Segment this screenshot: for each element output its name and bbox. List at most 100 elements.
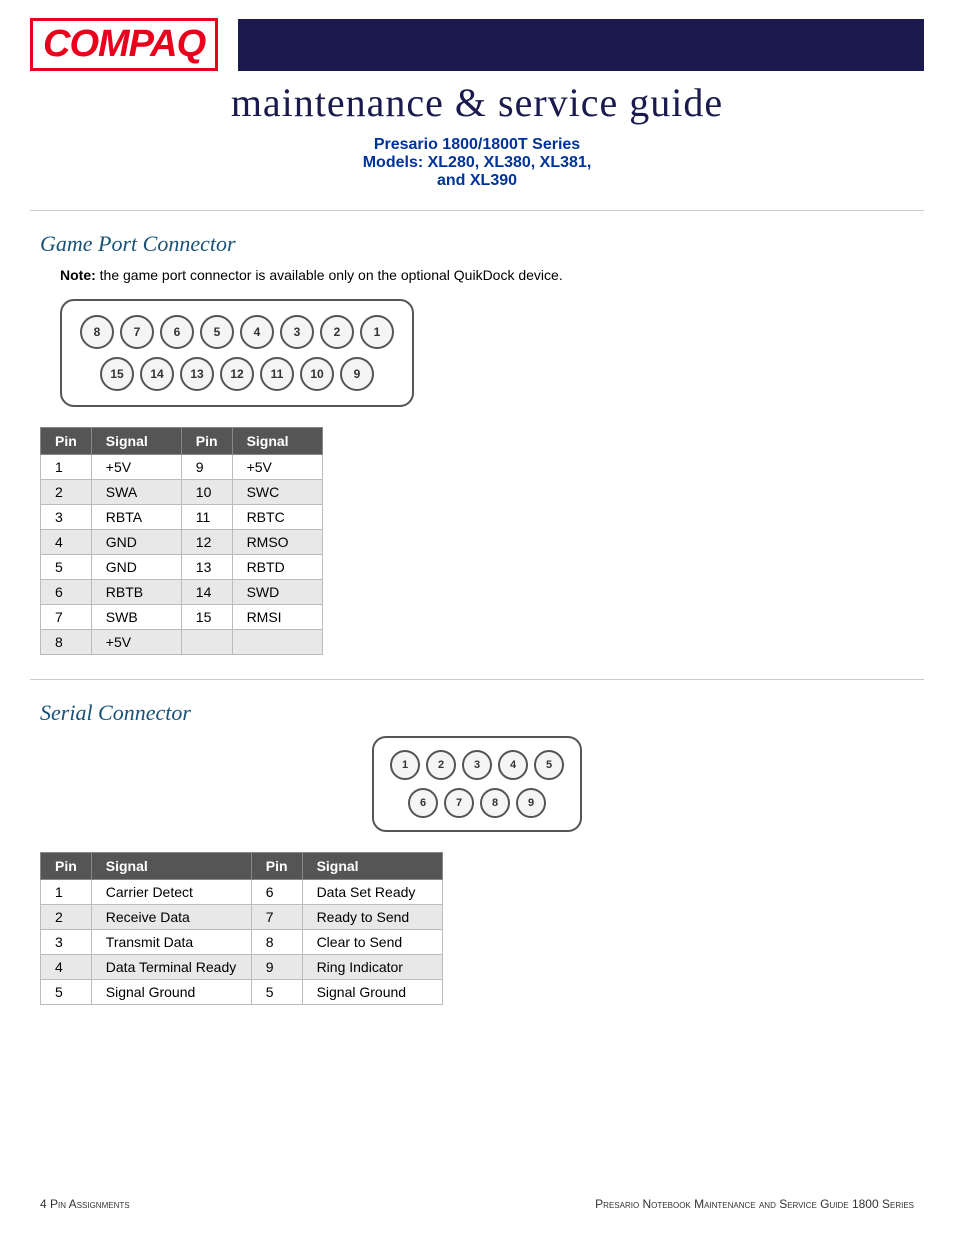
col-pin2: Pin bbox=[181, 428, 232, 455]
game-cell-pin1-4: 5 bbox=[41, 555, 92, 580]
game-cell-pin2-7 bbox=[181, 630, 232, 655]
serial-pin-6: 6 bbox=[408, 788, 438, 818]
serial-top-row: 1 2 3 4 5 bbox=[390, 750, 564, 780]
serial-cell-sig2-2: Clear to Send bbox=[302, 930, 442, 955]
col-pin1: Pin bbox=[41, 428, 92, 455]
game-cell-sig2-3: RMSO bbox=[232, 530, 322, 555]
col-signal1: Signal bbox=[91, 428, 181, 455]
serial-pin-3: 3 bbox=[462, 750, 492, 780]
game-cell-pin2-4: 13 bbox=[181, 555, 232, 580]
game-cell-pin2-5: 14 bbox=[181, 580, 232, 605]
col-signal2: Signal bbox=[232, 428, 322, 455]
serial-table-row: 1Carrier Detect6Data Set Ready bbox=[41, 880, 443, 905]
serial-cell-pin1-1: 2 bbox=[41, 905, 92, 930]
footer-left: 4 Pin Assignments bbox=[40, 1197, 130, 1211]
game-cell-sig1-5: RBTB bbox=[91, 580, 181, 605]
serial-pin-9: 9 bbox=[516, 788, 546, 818]
serial-cell-pin1-4: 5 bbox=[41, 980, 92, 1005]
game-cell-sig2-6: RMSI bbox=[232, 605, 322, 630]
game-cell-pin1-2: 3 bbox=[41, 505, 92, 530]
game-cell-pin1-1: 2 bbox=[41, 480, 92, 505]
serial-table-header-row: Pin Signal Pin Signal bbox=[41, 853, 443, 880]
main-title: maintenance & service guide bbox=[30, 79, 924, 126]
serial-cell-pin1-0: 1 bbox=[41, 880, 92, 905]
game-cell-sig1-7: +5V bbox=[91, 630, 181, 655]
game-cell-pin1-5: 6 bbox=[41, 580, 92, 605]
serial-cell-sig2-3: Ring Indicator bbox=[302, 955, 442, 980]
serial-cell-sig1-2: Transmit Data bbox=[91, 930, 251, 955]
game-cell-sig2-4: RBTD bbox=[232, 555, 322, 580]
game-cell-pin2-2: 11 bbox=[181, 505, 232, 530]
game-cell-sig1-2: RBTA bbox=[91, 505, 181, 530]
game-cell-pin2-0: 9 bbox=[181, 455, 232, 480]
serial-table-row: 5Signal Ground5Signal Ground bbox=[41, 980, 443, 1005]
game-port-note: Note: the game port connector is availab… bbox=[0, 267, 954, 299]
note-content: the game port connector is available onl… bbox=[96, 267, 563, 283]
game-cell-sig2-7 bbox=[232, 630, 322, 655]
subtitle-section: Presario 1800/1800T Series Models: XL280… bbox=[0, 126, 954, 210]
game-port-diagram: 8 7 6 5 4 3 2 1 15 14 13 12 11 10 9 bbox=[0, 299, 954, 427]
game-cell-pin1-0: 1 bbox=[41, 455, 92, 480]
pin-12: 12 bbox=[220, 357, 254, 391]
note-label: Note: bbox=[60, 267, 96, 283]
pin-15: 15 bbox=[100, 357, 134, 391]
game-cell-sig1-4: GND bbox=[91, 555, 181, 580]
serial-table-row: 4Data Terminal Ready9Ring Indicator bbox=[41, 955, 443, 980]
game-cell-sig1-3: GND bbox=[91, 530, 181, 555]
compaq-logo: COMPAQ bbox=[30, 18, 218, 71]
game-port-bottom-row: 15 14 13 12 11 10 9 bbox=[80, 357, 394, 391]
subtitle-line1: Presario 1800/1800T Series bbox=[0, 136, 954, 154]
game-table-row: 8+5V bbox=[41, 630, 323, 655]
game-port-top-row: 8 7 6 5 4 3 2 1 bbox=[80, 315, 394, 349]
serial-cell-sig1-1: Receive Data bbox=[91, 905, 251, 930]
pin-2: 2 bbox=[320, 315, 354, 349]
subtitle-line3: and XL390 bbox=[0, 172, 954, 190]
serial-cell-pin1-3: 4 bbox=[41, 955, 92, 980]
game-cell-sig1-1: SWA bbox=[91, 480, 181, 505]
serial-cell-pin1-2: 3 bbox=[41, 930, 92, 955]
serial-connector-box: 1 2 3 4 5 6 7 8 9 bbox=[372, 736, 582, 832]
serial-cell-pin2-1: 7 bbox=[251, 905, 302, 930]
pin-9: 9 bbox=[340, 357, 374, 391]
game-cell-pin2-3: 12 bbox=[181, 530, 232, 555]
serial-cell-sig1-4: Signal Ground bbox=[91, 980, 251, 1005]
serial-cell-pin2-3: 9 bbox=[251, 955, 302, 980]
serial-cell-sig2-4: Signal Ground bbox=[302, 980, 442, 1005]
pin-7: 7 bbox=[120, 315, 154, 349]
serial-connector-table: Pin Signal Pin Signal 1Carrier Detect6Da… bbox=[40, 852, 443, 1005]
serial-cell-pin2-4: 5 bbox=[251, 980, 302, 1005]
footer-right: Presario Notebook Maintenance and Servic… bbox=[595, 1197, 914, 1211]
title-section: maintenance & service guide bbox=[0, 71, 954, 126]
serial-cell-pin2-0: 6 bbox=[251, 880, 302, 905]
serial-pin-5: 5 bbox=[534, 750, 564, 780]
game-cell-sig2-0: +5V bbox=[232, 455, 322, 480]
game-table-row: 3RBTA11RBTC bbox=[41, 505, 323, 530]
header-dark-box bbox=[238, 19, 924, 71]
game-table-row: 2SWA10SWC bbox=[41, 480, 323, 505]
serial-table-row: 2Receive Data7Ready to Send bbox=[41, 905, 443, 930]
serial-table-row: 3Transmit Data8Clear to Send bbox=[41, 930, 443, 955]
game-table-row: 5GND13RBTD bbox=[41, 555, 323, 580]
subtitle-line2: Models: XL280, XL380, XL381, bbox=[0, 154, 954, 172]
game-cell-pin2-1: 10 bbox=[181, 480, 232, 505]
pin-6: 6 bbox=[160, 315, 194, 349]
serial-pin-1: 1 bbox=[390, 750, 420, 780]
game-cell-sig1-6: SWB bbox=[91, 605, 181, 630]
serial-cell-sig1-0: Carrier Detect bbox=[91, 880, 251, 905]
game-cell-pin2-6: 15 bbox=[181, 605, 232, 630]
serial-port-diagram: 1 2 3 4 5 6 7 8 9 bbox=[0, 736, 954, 852]
game-cell-sig2-1: SWC bbox=[232, 480, 322, 505]
game-cell-sig2-5: SWD bbox=[232, 580, 322, 605]
pin-1: 1 bbox=[360, 315, 394, 349]
game-table-row: 6RBTB14SWD bbox=[41, 580, 323, 605]
game-cell-pin1-3: 4 bbox=[41, 530, 92, 555]
game-table-row: 7SWB15RMSI bbox=[41, 605, 323, 630]
serial-col-signal2: Signal bbox=[302, 853, 442, 880]
game-port-table-wrap: Pin Signal Pin Signal 1+5V9+5V2SWA10SWC3… bbox=[0, 427, 954, 679]
pin-8: 8 bbox=[80, 315, 114, 349]
serial-pin-8: 8 bbox=[480, 788, 510, 818]
game-table-row: 1+5V9+5V bbox=[41, 455, 323, 480]
serial-bottom-row: 6 7 8 9 bbox=[390, 788, 564, 818]
game-table-row: 4GND12RMSO bbox=[41, 530, 323, 555]
game-cell-sig2-2: RBTC bbox=[232, 505, 322, 530]
